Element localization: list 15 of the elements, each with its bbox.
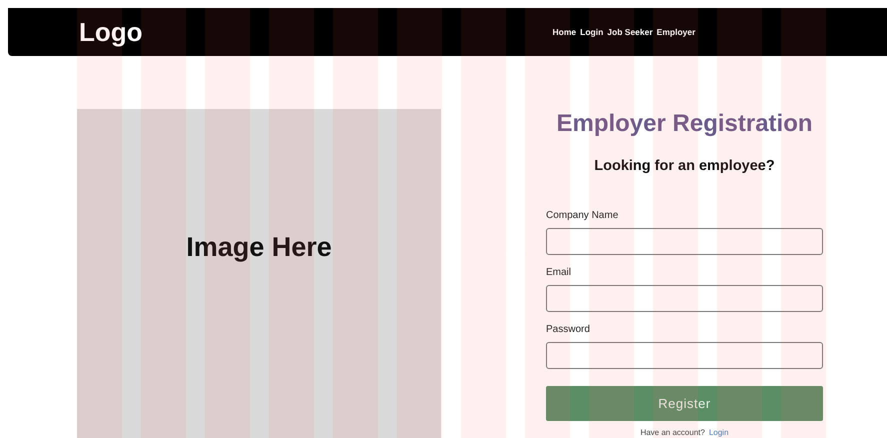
input-field[interactable] bbox=[546, 228, 823, 255]
nav-link[interactable]: Login bbox=[580, 27, 604, 37]
field-label: Email bbox=[546, 267, 572, 279]
field-label: Password bbox=[546, 324, 591, 336]
form-subtitle: Looking for an employee? bbox=[593, 157, 776, 175]
input-field[interactable] bbox=[546, 285, 823, 312]
nav-link[interactable]: Job Seeker bbox=[607, 27, 653, 37]
nav-link[interactable]: Employer bbox=[656, 27, 696, 37]
account-prompt: Have an account? bbox=[640, 428, 705, 438]
login-link[interactable]: Login bbox=[708, 428, 729, 438]
image-placeholder-label: Image Here bbox=[186, 232, 332, 262]
nav-link[interactable]: Home bbox=[552, 27, 576, 37]
field-label: Company Name bbox=[546, 210, 620, 222]
form-title: Employer Registration bbox=[555, 109, 814, 139]
input-field[interactable] bbox=[546, 342, 823, 369]
